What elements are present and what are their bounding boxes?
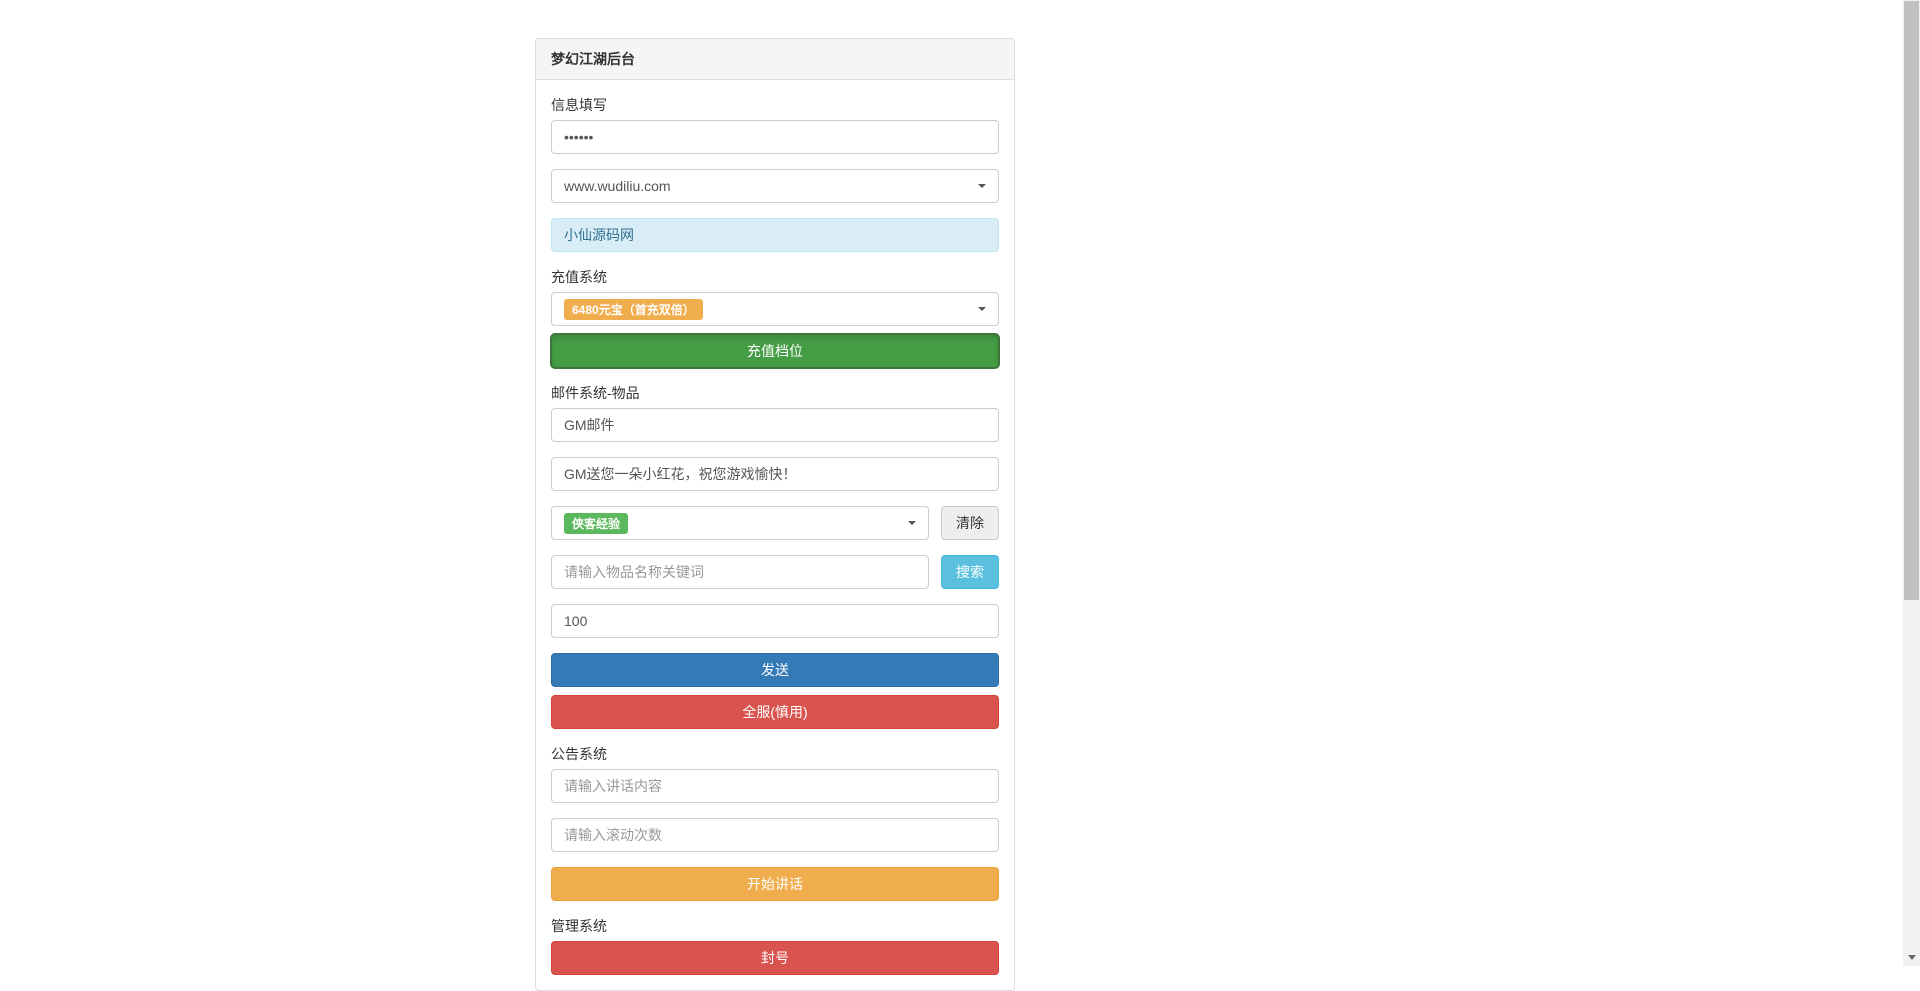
server-select[interactable]: www.wudiliu.com: [551, 169, 999, 203]
server-select-value: www.wudiliu.com: [564, 178, 671, 194]
allserver-button[interactable]: 全服(慎用): [551, 695, 999, 729]
item-search-input[interactable]: [551, 555, 929, 589]
account-input[interactable]: [551, 218, 999, 252]
vertical-scrollbar[interactable]: [1903, 0, 1920, 966]
notice-content-input[interactable]: [551, 769, 999, 803]
admin-panel: 梦幻江湖后台 信息填写 www.wudiliu.com 充值系统 6480元宝（…: [535, 38, 1015, 991]
scroll-down-icon[interactable]: [1903, 949, 1920, 966]
notice-label: 公告系统: [551, 744, 999, 764]
item-select-value: 侠客经验: [564, 513, 628, 534]
recharge-label: 充值系统: [551, 267, 999, 287]
recharge-tier-select[interactable]: 6480元宝（首充双倍）: [551, 292, 999, 326]
manage-label: 管理系统: [551, 916, 999, 936]
recharge-tier-value: 6480元宝（首充双倍）: [564, 299, 703, 320]
clear-button[interactable]: 清除: [941, 506, 999, 540]
chevron-down-icon: [908, 521, 916, 525]
mail-title-input[interactable]: [551, 408, 999, 442]
send-button[interactable]: 发送: [551, 653, 999, 687]
item-select-group: 侠客经验 清除: [551, 506, 999, 540]
chevron-down-icon: [978, 307, 986, 311]
search-button[interactable]: 搜索: [941, 555, 999, 589]
mail-label: 邮件系统-物品: [551, 383, 999, 403]
notice-times-input[interactable]: [551, 818, 999, 852]
item-select[interactable]: 侠客经验: [551, 506, 929, 540]
chevron-down-icon: [978, 184, 986, 188]
scrollbar-thumb[interactable]: [1904, 1, 1919, 600]
info-label: 信息填写: [551, 95, 999, 115]
panel-title: 梦幻江湖后台: [536, 39, 1014, 80]
quantity-input[interactable]: [551, 604, 999, 638]
mail-content-input[interactable]: [551, 457, 999, 491]
panel-body: 信息填写 www.wudiliu.com 充值系统 6480元宝（首充双倍） 充…: [536, 80, 1014, 990]
ban-button[interactable]: 封号: [551, 941, 999, 975]
item-search-group: 搜索: [551, 555, 999, 589]
password-input[interactable]: [551, 120, 999, 154]
recharge-button[interactable]: 充值档位: [551, 334, 999, 368]
start-talk-button[interactable]: 开始讲话: [551, 867, 999, 901]
